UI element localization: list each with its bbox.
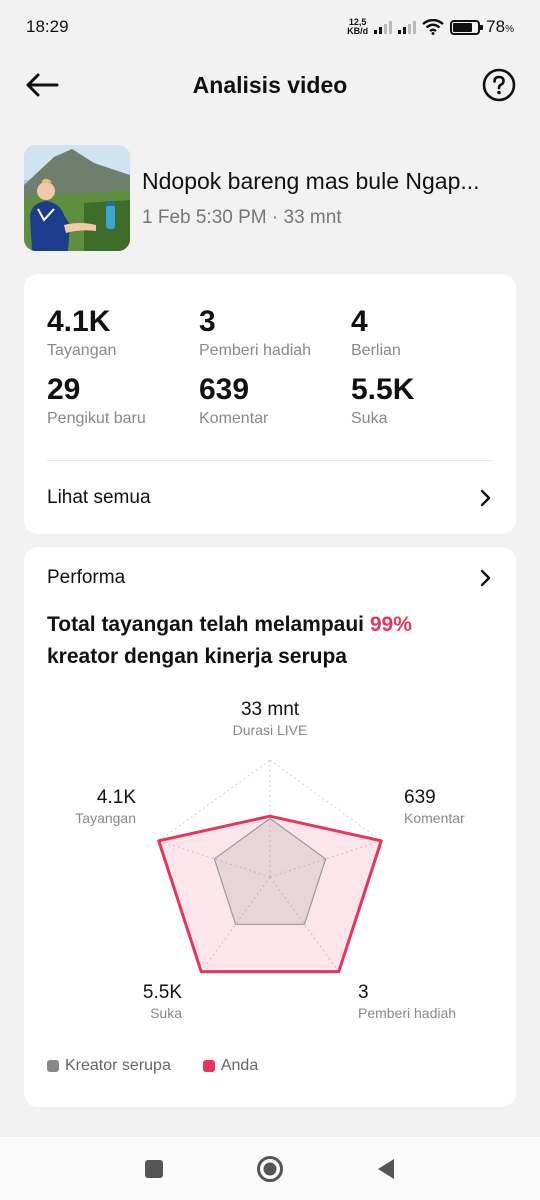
- stat-item: 5.5K Suka: [351, 374, 491, 428]
- net-speed: 12,5 KB/d: [347, 18, 368, 36]
- status-time: 18:29: [26, 17, 69, 36]
- battery-percent: 78%: [486, 17, 514, 36]
- radar-axis-0: 33 mnt Durasi LIVE: [233, 699, 308, 738]
- stat-label: Pengikut baru: [47, 410, 146, 427]
- axis-name: Pemberi hadiah: [358, 1005, 456, 1021]
- stat-item: 29 Pengikut baru: [47, 374, 199, 428]
- chart-legend: Kreator serupa Anda: [47, 1057, 258, 1075]
- stat-value: 639: [199, 373, 250, 406]
- status-bar: 18:29 12,5 KB/d 78%: [0, 0, 540, 54]
- system-nav-bar: [0, 1136, 540, 1200]
- signal-icon-2: [398, 20, 417, 34]
- stat-value: 3: [199, 305, 216, 338]
- stat-item: 4 Berlian: [351, 306, 491, 360]
- axis-value: 639: [404, 787, 436, 808]
- stat-label: Tayangan: [47, 342, 117, 359]
- back-button[interactable]: [22, 68, 62, 102]
- circle-icon: [257, 1155, 283, 1182]
- stat-label: Berlian: [351, 342, 401, 359]
- stat-label: Pemberi hadiah: [199, 342, 312, 359]
- back-nav-button[interactable]: [370, 1153, 402, 1185]
- axis-name: Suka: [150, 1005, 182, 1021]
- home-button[interactable]: [254, 1153, 286, 1185]
- stat-value: 5.5K: [351, 373, 415, 406]
- legend-swatch: [202, 1060, 215, 1072]
- stats-grid: 4.1K Tayangan 3 Pemberi hadiah 4 Berlian 29…: [47, 306, 493, 428]
- legend-label: Anda: [220, 1057, 259, 1074]
- stat-value: 29: [47, 373, 81, 406]
- see-all-row[interactable]: Lihat semua: [47, 464, 493, 532]
- legend-item-similar: Kreator serupa: [47, 1057, 171, 1075]
- radar-axis-1: 639 Komentar: [404, 787, 465, 826]
- square-icon: [145, 1159, 163, 1178]
- video-info: Ndopok bareng mas bule Ngap... 1 Feb 5:3…: [24, 144, 516, 252]
- page-title: Analisis video: [192, 71, 348, 98]
- battery-icon: [450, 19, 484, 35]
- radar-axis-4: 4.1K Tayangan: [75, 787, 136, 826]
- battery-percent-value: 78: [486, 17, 506, 36]
- chevron-right-icon: [480, 489, 491, 507]
- net-speed-unit: KB/d: [347, 26, 369, 36]
- axis-value: 3: [358, 982, 369, 1003]
- question-icon: [482, 68, 516, 102]
- stat-label: Suka: [351, 410, 388, 427]
- video-thumbnail: [24, 145, 130, 251]
- triangle-back-icon: [378, 1158, 394, 1179]
- see-all-label: Lihat semua: [47, 487, 151, 508]
- radar-chart: 33 mnt Durasi LIVE 639 Komentar 3 Pember…: [75, 699, 465, 1021]
- video-meta: 1 Feb 5:30 PM · 33 mnt: [142, 206, 342, 228]
- thumbnail-image: [24, 145, 130, 251]
- radar-axis-3: 5.5K Suka: [143, 982, 182, 1021]
- stat-item: 3 Pemberi hadiah: [199, 306, 351, 360]
- wifi-icon: [422, 19, 444, 35]
- legend-swatch: [47, 1060, 59, 1072]
- stat-label: Komentar: [199, 410, 269, 427]
- stat-value: 4: [351, 305, 368, 338]
- header: Analisis video: [0, 60, 540, 110]
- axis-value: 4.1K: [97, 787, 136, 808]
- status-icons: 12,5 KB/d 78%: [347, 17, 514, 37]
- divider: [47, 460, 493, 461]
- performance-card: Performa Total tayangan telah melampaui …: [24, 547, 516, 1107]
- signal-icon: [374, 20, 393, 34]
- axis-value: 33 mnt: [241, 699, 300, 720]
- recent-apps-button[interactable]: [138, 1153, 170, 1185]
- axis-name: Durasi LIVE: [233, 722, 308, 738]
- radar-axis-2: 3 Pemberi hadiah: [358, 982, 456, 1021]
- axis-value: 5.5K: [143, 982, 182, 1003]
- axis-name: Tayangan: [75, 810, 136, 826]
- arrow-left-icon: [26, 73, 59, 97]
- axis-name: Komentar: [404, 810, 465, 826]
- legend-item-you: Anda: [202, 1057, 259, 1075]
- legend-label: Kreator serupa: [65, 1057, 171, 1074]
- stat-item: 639 Komentar: [199, 374, 351, 428]
- video-title: Ndopok bareng mas bule Ngap...: [142, 167, 480, 194]
- stats-card: 4.1K Tayangan 3 Pemberi hadiah 4 Berlian 29…: [24, 274, 516, 534]
- stat-item: 4.1K Tayangan: [47, 306, 199, 360]
- stat-value: 4.1K: [47, 305, 111, 338]
- help-button[interactable]: [482, 68, 516, 102]
